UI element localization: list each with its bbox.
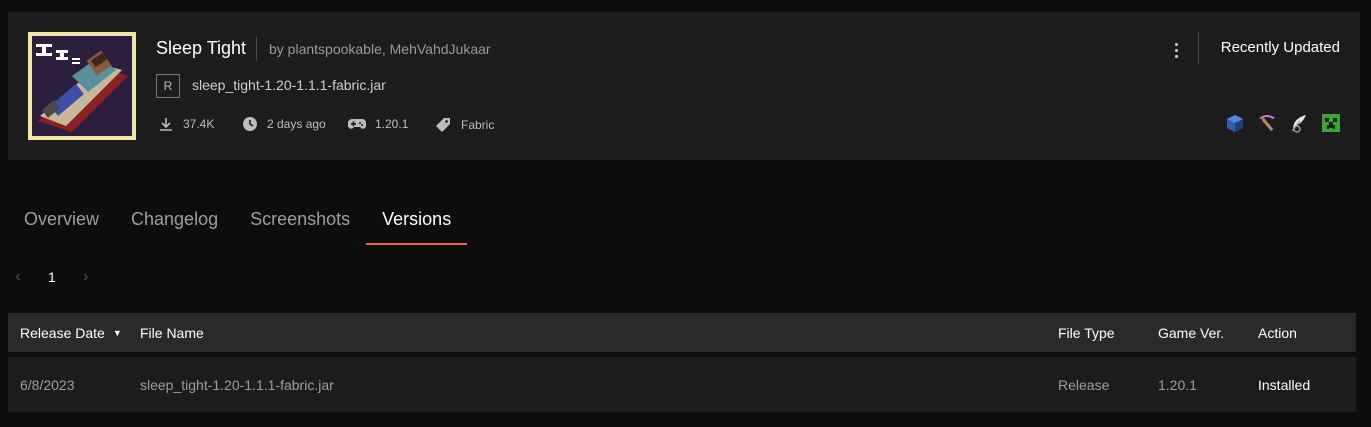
clock-icon (243, 117, 257, 131)
versions-table-header: Release Date ▼ File Name File Type Game … (8, 313, 1356, 352)
tab-screenshots[interactable]: Screenshots (234, 200, 366, 245)
row-game-ver: 1.20.1 (1158, 376, 1197, 393)
row-file-name: sleep_tight-1.20-1.1.1-fabric.jar (140, 376, 334, 393)
table-row[interactable]: 6/8/2023 sleep_tight-1.20-1.1.1-fabric.j… (8, 357, 1356, 412)
row-release-date: 6/8/2023 (20, 376, 75, 393)
loader-meta: Fabric (434, 116, 494, 134)
previous-page-icon[interactable]: ‹ (10, 268, 26, 286)
tab-bar: Overview Changelog Screenshots Versions (8, 200, 468, 245)
more-options-icon[interactable] (1166, 38, 1186, 62)
tab-changelog[interactable]: Changelog (115, 200, 234, 245)
mod-authors: by plantspookable, MehVahdJukaar (269, 41, 491, 57)
pagination: ‹ 1 › (10, 268, 94, 286)
downloads-count: 37.4K (183, 117, 215, 131)
tag-icon (436, 118, 450, 132)
blue-cube-icon[interactable] (1224, 112, 1246, 134)
column-release-date-label: Release Date (20, 324, 105, 341)
creeper-icon[interactable] (1320, 112, 1342, 134)
game-version-meta: 1.20.1 (348, 116, 408, 132)
column-release-date[interactable]: Release Date ▼ (20, 313, 122, 352)
column-file-type[interactable]: File Type (1058, 313, 1115, 352)
tab-overview[interactable]: Overview (8, 200, 115, 245)
updated-time: 2 days ago (267, 117, 326, 131)
sleeping-steve-icon (36, 44, 128, 132)
tab-versions[interactable]: Versions (366, 200, 468, 245)
page-number-current[interactable]: 1 (48, 269, 56, 285)
category-icons (1224, 112, 1342, 134)
column-action: Action (1258, 324, 1297, 341)
download-icon (160, 118, 172, 131)
sort-descending-icon[interactable]: ▼ (113, 328, 122, 338)
pickaxe-icon[interactable] (1256, 112, 1278, 134)
header-divider (1198, 32, 1199, 64)
downloads-meta: 37.4K (158, 116, 214, 132)
row-file-type: Release (1058, 376, 1110, 393)
column-file-name[interactable]: File Name (140, 313, 204, 352)
column-game-ver[interactable]: Game Ver. (1158, 313, 1224, 352)
release-type-badge: R (156, 74, 180, 98)
title-divider (256, 37, 257, 61)
mod-loader: Fabric (461, 118, 495, 132)
sort-label[interactable]: Recently Updated (1221, 39, 1340, 56)
mod-title[interactable]: Sleep Tight (156, 38, 246, 59)
game-version: 1.20.1 (375, 117, 409, 131)
installed-file-name: sleep_tight-1.20-1.1.1-fabric.jar (192, 77, 386, 93)
feather-icon[interactable] (1288, 112, 1310, 134)
mod-thumbnail (28, 32, 136, 140)
next-page-icon[interactable]: › (78, 268, 94, 286)
updated-meta: 2 days ago (242, 116, 326, 132)
row-action-installed[interactable]: Installed (1258, 357, 1310, 412)
mod-header-card: Sleep Tight by plantspookable, MehVahdJu… (8, 12, 1360, 160)
gamepad-icon (348, 119, 366, 129)
